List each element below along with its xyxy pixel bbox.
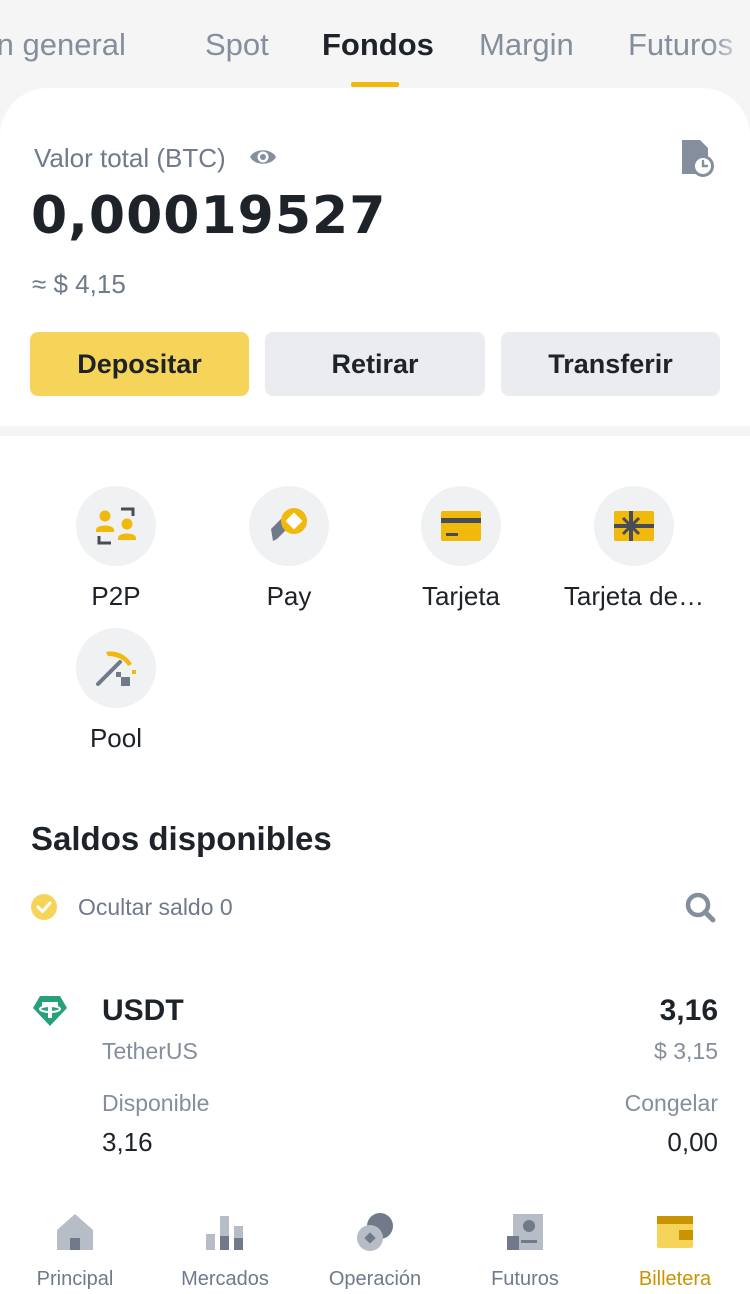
asset-usd-value: $ 3,15 — [654, 1038, 718, 1064]
total-usd-value: ≈ $ 4,15 — [32, 269, 126, 299]
pickaxe-icon — [96, 651, 136, 686]
tether-icon — [33, 996, 67, 1026]
pay-icon — [271, 508, 307, 541]
nav-home[interactable]: Principal — [0, 1194, 150, 1294]
home-icon — [57, 1214, 93, 1250]
shortcut-label: P2P — [91, 581, 141, 611]
tab-spot[interactable]: Spot — [205, 26, 269, 64]
total-value-label: Valor total (BTC) — [34, 143, 226, 173]
futures-icon — [507, 1214, 543, 1250]
trade-icon — [357, 1213, 393, 1251]
check-circle-icon[interactable] — [30, 893, 58, 921]
available-label: Disponible — [102, 1090, 210, 1116]
deposit-button[interactable]: Depositar — [30, 332, 249, 396]
active-tab-indicator — [351, 82, 399, 87]
tab-fade — [710, 20, 750, 70]
nav-futures[interactable]: Futuros — [450, 1194, 600, 1294]
asset-amount: 3,16 — [659, 994, 718, 1027]
asset-name: TetherUS — [102, 1038, 198, 1064]
search-icon[interactable] — [684, 891, 716, 923]
shortcut-pool[interactable]: Pool — [30, 628, 202, 756]
shortcut-label: Tarjeta de… — [563, 581, 705, 611]
nav-label: Billetera — [638, 1268, 712, 1290]
nav-label: Operación — [328, 1268, 422, 1290]
nav-markets[interactable]: Mercados — [150, 1194, 300, 1294]
transfer-button[interactable]: Transferir — [501, 332, 720, 396]
tab-funding[interactable]: Fondos — [322, 26, 434, 64]
tab-overview[interactable]: Visión general — [0, 26, 126, 64]
shortcut-p2p[interactable]: P2P — [30, 486, 202, 614]
nav-label: Principal — [36, 1268, 114, 1290]
section-divider — [0, 426, 750, 436]
available-value: 3,16 — [102, 1127, 153, 1157]
frozen-value: 0,00 — [667, 1127, 718, 1157]
hide-zero-balance-toggle[interactable]: Ocultar saldo 0 — [78, 893, 233, 921]
bottom-nav: Principal Mercados Operación Futuros Bil… — [0, 1194, 750, 1294]
p2p-icon — [96, 507, 136, 545]
withdraw-button[interactable]: Retirar — [265, 332, 485, 396]
tab-margin[interactable]: Margin — [479, 26, 574, 64]
shortcut-label: Tarjeta — [421, 581, 501, 611]
frozen-label: Congelar — [624, 1090, 718, 1116]
gift-card-icon — [614, 511, 654, 541]
history-icon[interactable] — [678, 138, 716, 178]
shortcut-gift-card[interactable]: Tarjeta de… — [548, 486, 720, 614]
nav-label: Mercados — [181, 1268, 269, 1290]
shortcut-label: Pay — [266, 581, 312, 611]
wallet-icon — [657, 1216, 693, 1248]
top-tab-bar: Visión general Spot Fondos Margin Futuro… — [0, 0, 750, 90]
eye-icon[interactable] — [248, 143, 278, 171]
nav-label: Futuros — [491, 1268, 559, 1290]
shortcut-card[interactable]: Tarjeta — [375, 486, 547, 614]
card-icon — [441, 511, 481, 541]
asset-symbol: USDT — [102, 994, 184, 1027]
balances-title: Saldos disponibles — [31, 820, 332, 857]
nav-wallet[interactable]: Billetera — [600, 1194, 750, 1294]
total-btc-value: 0,00019527 — [31, 186, 387, 246]
nav-trade[interactable]: Operación — [300, 1194, 450, 1294]
shortcut-label: Pool — [89, 723, 143, 753]
shortcut-pay[interactable]: Pay — [203, 486, 375, 614]
markets-icon — [206, 1216, 243, 1250]
